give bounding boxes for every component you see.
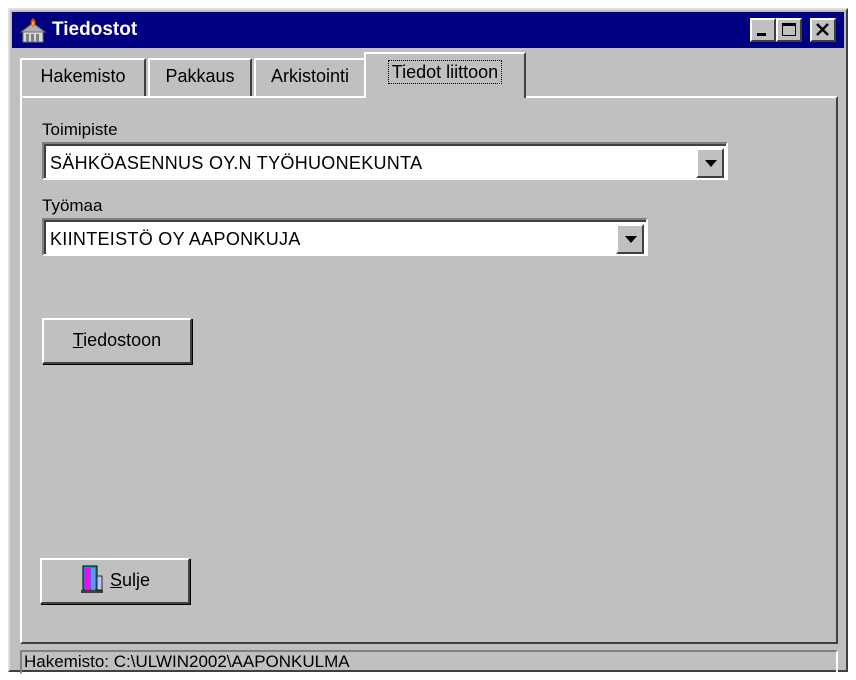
tab-arkistointi[interactable]: Arkistointi [254, 58, 366, 96]
close-button[interactable] [810, 18, 836, 42]
tab-tiedot-liittoon[interactable]: Tiedot liittoon [364, 52, 526, 98]
minimize-icon [757, 33, 766, 36]
maximize-icon [782, 23, 796, 36]
title-bar[interactable]: Tiedostot [12, 12, 844, 48]
tab-hakemisto[interactable]: Hakemisto [20, 58, 146, 96]
exit-door-icon [80, 565, 103, 594]
chevron-down-icon [625, 236, 637, 243]
toimipiste-label: Toimipiste [42, 120, 118, 139]
tyomaa-value: KIINTEISTÖ OY AAPONKUJA [50, 229, 301, 249]
toimipiste-dropdown-button[interactable] [696, 148, 724, 178]
tab-panel: Toimipiste SÄHKÖASENNUS OY.N TYÖHUONEKUN… [20, 96, 838, 644]
app-icon [20, 18, 46, 43]
status-bar: Hakemisto: C:\ULWIN2002\AAPONKULMA [20, 650, 838, 674]
tiedostoon-button[interactable]: Tiedostoon [42, 318, 192, 364]
sulje-button[interactable]: Sulje [40, 558, 190, 604]
tab-label: Pakkaus [165, 66, 235, 86]
minimize-button[interactable] [750, 18, 776, 42]
tyomaa-dropdown-button[interactable] [616, 224, 644, 254]
tab-pakkaus[interactable]: Pakkaus [148, 58, 252, 96]
tyomaa-label: Työmaa [42, 196, 103, 215]
window: Tiedostot Hakemisto Pakkaus Arkistointi … [8, 8, 848, 674]
sulje-label: ulje [121, 570, 151, 590]
tyomaa-select[interactable]: KIINTEISTÖ OY AAPONKUJA [42, 218, 648, 256]
maximize-button[interactable] [776, 18, 802, 42]
chevron-down-icon [705, 160, 717, 167]
window-title: Tiedostot [52, 19, 138, 40]
tab-label: Arkistointi [270, 66, 350, 86]
toimipiste-select[interactable]: SÄHKÖASENNUS OY.N TYÖHUONEKUNTA [42, 142, 728, 180]
tab-label: Hakemisto [40, 66, 126, 86]
tab-label: Tiedot liittoon [387, 60, 503, 84]
tiedostoon-mnemonic: T [72, 330, 84, 350]
close-icon [816, 23, 829, 36]
tiedostoon-label: iedostoon [83, 330, 162, 350]
status-text: Hakemisto: C:\ULWIN2002\AAPONKULMA [24, 652, 350, 671]
toimipiste-value: SÄHKÖASENNUS OY.N TYÖHUONEKUNTA [50, 153, 423, 173]
sulje-mnemonic: S [109, 570, 122, 590]
